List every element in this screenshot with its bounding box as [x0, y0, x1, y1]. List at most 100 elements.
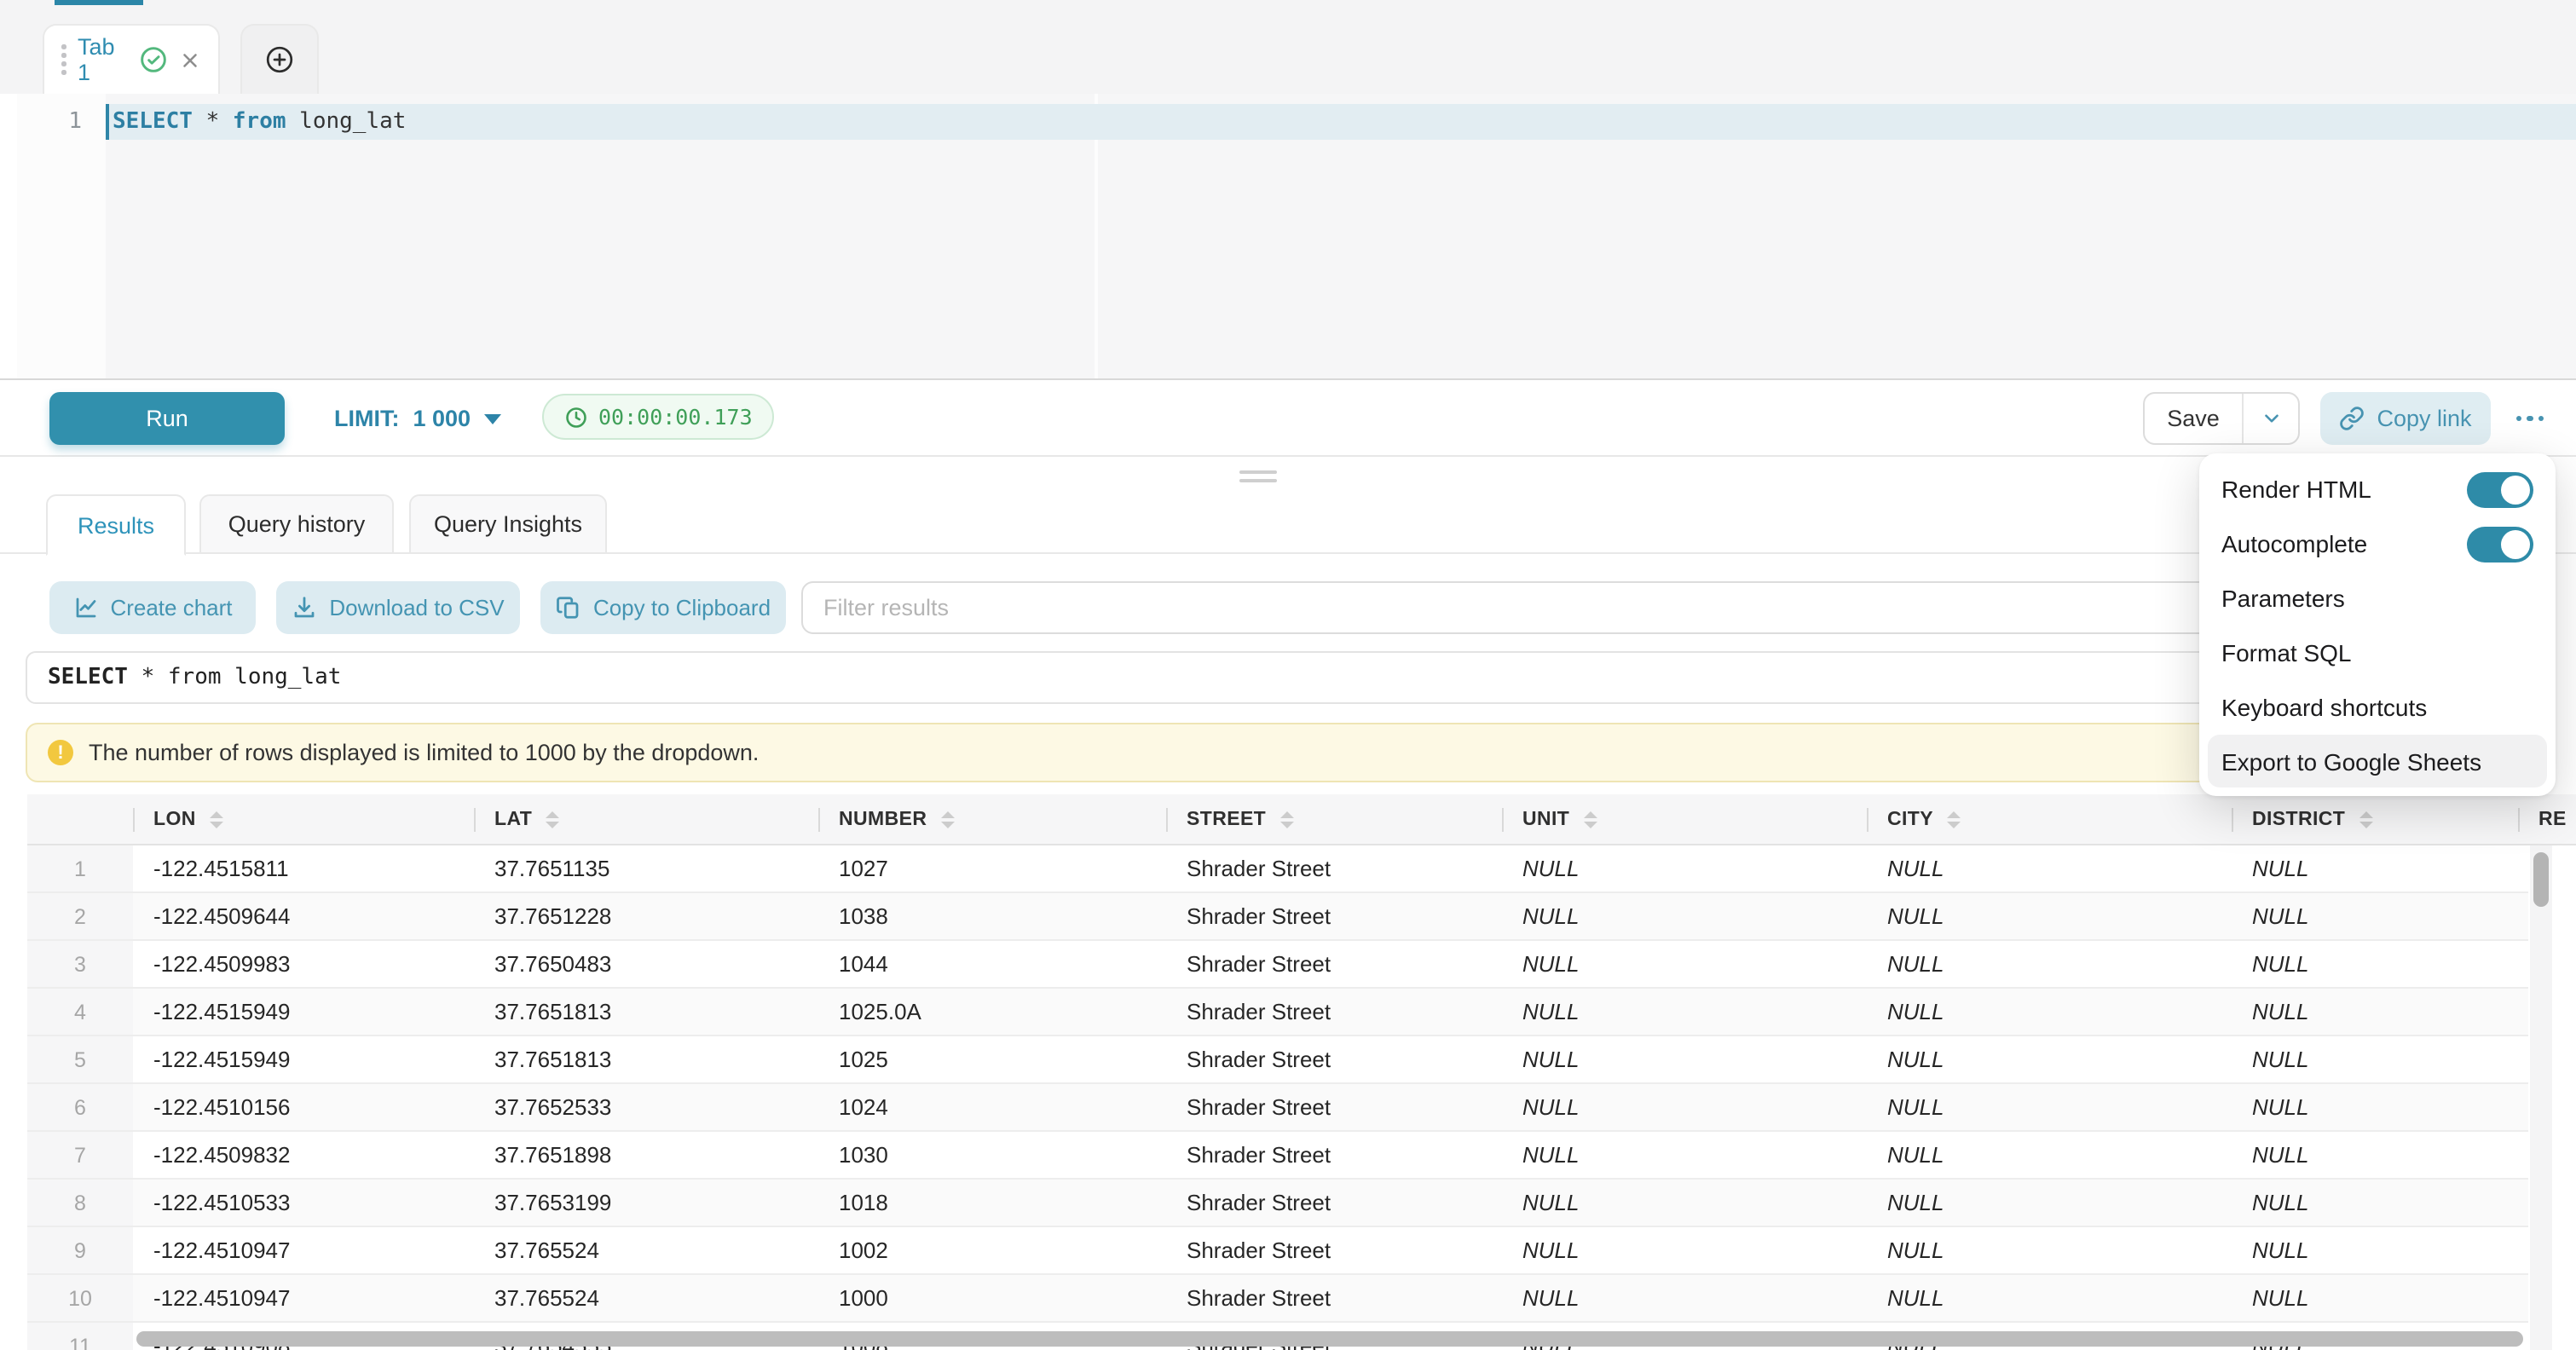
cell: 1000 — [818, 1275, 1166, 1321]
cell: NULL — [1867, 1084, 2232, 1130]
row-number-cell: 4 — [27, 989, 133, 1035]
cell: 37.765524 — [474, 1275, 818, 1321]
column-header-re[interactable]: RE — [2518, 794, 2576, 844]
copy-to-clipboard-button[interactable]: Copy to Clipboard — [540, 581, 786, 634]
cell: NULL — [2232, 893, 2518, 939]
table-row: 3-122.450998337.76504831044Shrader Stree… — [27, 941, 2528, 989]
tab-1[interactable]: Tab 1 — [43, 24, 220, 94]
cell: 1025.0A — [818, 989, 1166, 1035]
link-icon — [2339, 406, 2365, 431]
table-body: 1-122.451581137.76511351027Shrader Stree… — [27, 845, 2528, 1350]
cell: Shrader Street — [1166, 1180, 1502, 1226]
cell: -122.4510947 — [133, 1275, 474, 1321]
cell: Shrader Street — [1166, 989, 1502, 1035]
cell: 37.7651813 — [474, 1036, 818, 1082]
results-table: LONLATNUMBERSTREETUNITCITYDISTRICTRE 1-1… — [27, 794, 2576, 1350]
cell: Shrader Street — [1166, 893, 1502, 939]
run-button[interactable]: Run — [49, 392, 285, 445]
sort-icon[interactable] — [1279, 811, 1293, 828]
sort-icon[interactable] — [210, 811, 223, 828]
sort-icon[interactable] — [1947, 811, 1961, 828]
chart-icon — [72, 595, 98, 620]
download-icon — [292, 595, 317, 620]
cell: NULL — [1867, 1036, 2232, 1082]
cell: NULL — [1502, 845, 1867, 891]
warning-icon: ! — [48, 740, 73, 765]
limit-dropdown[interactable]: LIMIT: 1 000 — [334, 392, 501, 445]
cell — [2518, 893, 2528, 939]
copy-icon — [556, 595, 581, 620]
menu-item-export-to-google-sheets[interactable]: Export to Google Sheets — [2208, 735, 2547, 788]
horizontal-scrollbar-thumb[interactable] — [136, 1331, 2523, 1347]
sql-code-line[interactable]: SELECT * from long_lat — [113, 104, 406, 140]
row-number-cell: 7 — [27, 1132, 133, 1178]
row-number-cell: 8 — [27, 1180, 133, 1226]
column-header-unit[interactable]: UNIT — [1502, 794, 1867, 844]
table-row: 8-122.451053337.76531991018Shrader Stree… — [27, 1180, 2528, 1227]
cell: -122.4509644 — [133, 893, 474, 939]
tab-query-history[interactable]: Query history — [199, 494, 394, 554]
menu-item-render-html[interactable]: Render HTML — [2199, 462, 2556, 516]
cell — [2518, 1132, 2528, 1178]
limit-value: 1 000 — [413, 406, 471, 431]
cell: NULL — [1867, 989, 2232, 1035]
toggle-switch-on[interactable] — [2467, 471, 2533, 507]
editor-code-area[interactable]: SELECT * from long_lat — [106, 94, 2576, 378]
save-button[interactable]: Save — [2145, 394, 2244, 443]
cell: NULL — [2232, 1132, 2518, 1178]
sort-icon[interactable] — [1583, 811, 1597, 828]
column-label: LON — [153, 809, 196, 829]
column-header-lon[interactable]: LON — [133, 794, 474, 844]
close-tab-icon[interactable] — [179, 49, 201, 71]
menu-item-label: Parameters — [2221, 585, 2345, 612]
cell: 1025 — [818, 1036, 1166, 1082]
more-options-button[interactable] — [2503, 392, 2557, 445]
toggle-switch-on[interactable] — [2467, 526, 2533, 562]
column-header-lat[interactable]: LAT — [474, 794, 818, 844]
menu-item-format-sql[interactable]: Format SQL — [2199, 626, 2556, 680]
new-tab-button[interactable] — [240, 24, 319, 94]
pane-resize-handle[interactable] — [1239, 470, 1277, 488]
download-csv-button[interactable]: Download to CSV — [276, 581, 520, 634]
copy-link-button[interactable]: Copy link — [2320, 392, 2491, 445]
cell: NULL — [2232, 989, 2518, 1035]
table-row: 4-122.451594937.76518131025.0AShrader St… — [27, 989, 2528, 1036]
cell — [2518, 845, 2528, 891]
vertical-scrollbar-thumb[interactable] — [2533, 852, 2549, 907]
sort-icon[interactable] — [2359, 811, 2372, 828]
cell: 37.7651135 — [474, 845, 818, 891]
cell: 1024 — [818, 1084, 1166, 1130]
editor-tab-bar: Tab 1 — [0, 0, 2576, 95]
more-options-menu: Render HTMLAutocomplete Parameters Format … — [2199, 453, 2556, 796]
executed-sql-bar: SELECT * from long_lat — [26, 651, 2552, 704]
cell: NULL — [2232, 1084, 2518, 1130]
column-header-street[interactable]: STREET — [1166, 794, 1502, 844]
tab-drag-handle-icon[interactable] — [61, 45, 66, 75]
sort-icon[interactable] — [546, 811, 559, 828]
sql-editor[interactable]: SELECT * from long_lat 1 — [0, 94, 2576, 380]
vertical-scrollbar-track[interactable] — [2530, 845, 2552, 1350]
cell: Shrader Street — [1166, 1227, 1502, 1273]
create-chart-button[interactable]: Create chart — [49, 581, 256, 634]
sort-icon[interactable] — [940, 811, 954, 828]
cell: 1030 — [818, 1132, 1166, 1178]
tab-query-insights[interactable]: Query Insights — [409, 494, 607, 554]
cell: NULL — [1502, 1180, 1867, 1226]
menu-item-autocomplete[interactable]: Autocomplete — [2199, 516, 2556, 571]
cell: NULL — [1502, 941, 1867, 987]
menu-item-parameters[interactable]: Parameters — [2199, 571, 2556, 626]
column-header-number[interactable]: NUMBER — [818, 794, 1166, 844]
tab-results[interactable]: Results — [46, 494, 186, 556]
save-options-button[interactable] — [2244, 394, 2298, 443]
menu-item-label: Format SQL — [2221, 639, 2352, 666]
column-header-district[interactable]: DISTRICT — [2232, 794, 2518, 844]
table-row: 2-122.450964437.76512281038Shrader Stree… — [27, 893, 2528, 941]
clock-icon — [564, 405, 588, 429]
cell: NULL — [1502, 1036, 1867, 1082]
menu-item-keyboard-shortcuts[interactable]: Keyboard shortcuts — [2199, 680, 2556, 735]
query-success-icon — [140, 46, 167, 73]
row-number-cell: 5 — [27, 1036, 133, 1082]
cell: NULL — [2232, 1275, 2518, 1321]
cell: Shrader Street — [1166, 941, 1502, 987]
column-header-city[interactable]: CITY — [1867, 794, 2232, 844]
